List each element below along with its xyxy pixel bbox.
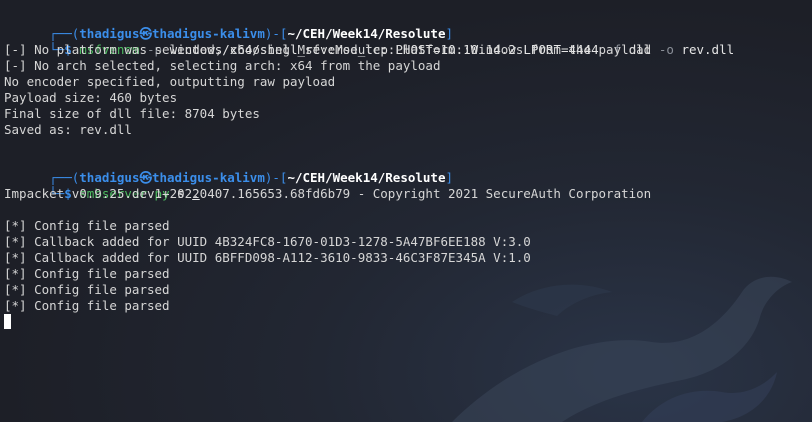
prompt-box-top: ┌──( [49, 26, 80, 41]
output-line: Saved as: rev.dll [4, 122, 132, 137]
output-line: [*] Config file parsed [4, 298, 170, 313]
terminal-cursor [4, 314, 11, 329]
terminal-window[interactable]: ┌──(thadigus㉿thadigus-kalivm)-[~/CEH/Wee… [0, 0, 812, 422]
output-line: [*] Config file parsed [4, 282, 170, 297]
command-arg: rev.dll [681, 42, 735, 57]
prompt-box-top: ┌──( [49, 170, 80, 185]
output-line: [*] Callback added for UUID 6BFFD098-A11… [4, 250, 531, 265]
output-line: [*] Config file parsed [4, 218, 170, 233]
prompt-separator: )-[ [264, 26, 288, 41]
prompt-user-host: thadigus㉿thadigus-kalivm [79, 26, 265, 41]
output-line: Impacket v0.9.25.dev1+20220407.165653.68… [4, 186, 652, 201]
output-line: Payload size: 460 bytes [4, 90, 178, 105]
prompt-separator: )-[ [264, 170, 288, 185]
output-line: [-] No arch selected, selecting arch: x6… [4, 58, 441, 73]
prompt-line-top: ┌──(thadigus㉿thadigus-kalivm)-[~/CEH/Wee… [4, 10, 812, 41]
output-line: [*] Callback added for UUID 4B324FC8-167… [4, 234, 531, 249]
prompt-line-top: ┌──(thadigus㉿thadigus-kalivm)-[~/CEH/Wee… [4, 154, 812, 185]
prompt-user-host: thadigus㉿thadigus-kalivm [79, 170, 265, 185]
prompt-path: ~/CEH/Week14/Resolute [287, 170, 446, 185]
output-line: No encoder specified, outputting raw pay… [4, 74, 336, 89]
prompt-close: ] [445, 170, 454, 185]
output-line: [*] Config file parsed [4, 266, 170, 281]
output-line: Final size of dll file: 8704 bytes [4, 106, 260, 121]
prompt-path: ~/CEH/Week14/Resolute [287, 26, 446, 41]
cursor-line[interactable] [4, 314, 812, 330]
prompt-close: ] [445, 26, 454, 41]
command-flag: -o [658, 42, 674, 57]
